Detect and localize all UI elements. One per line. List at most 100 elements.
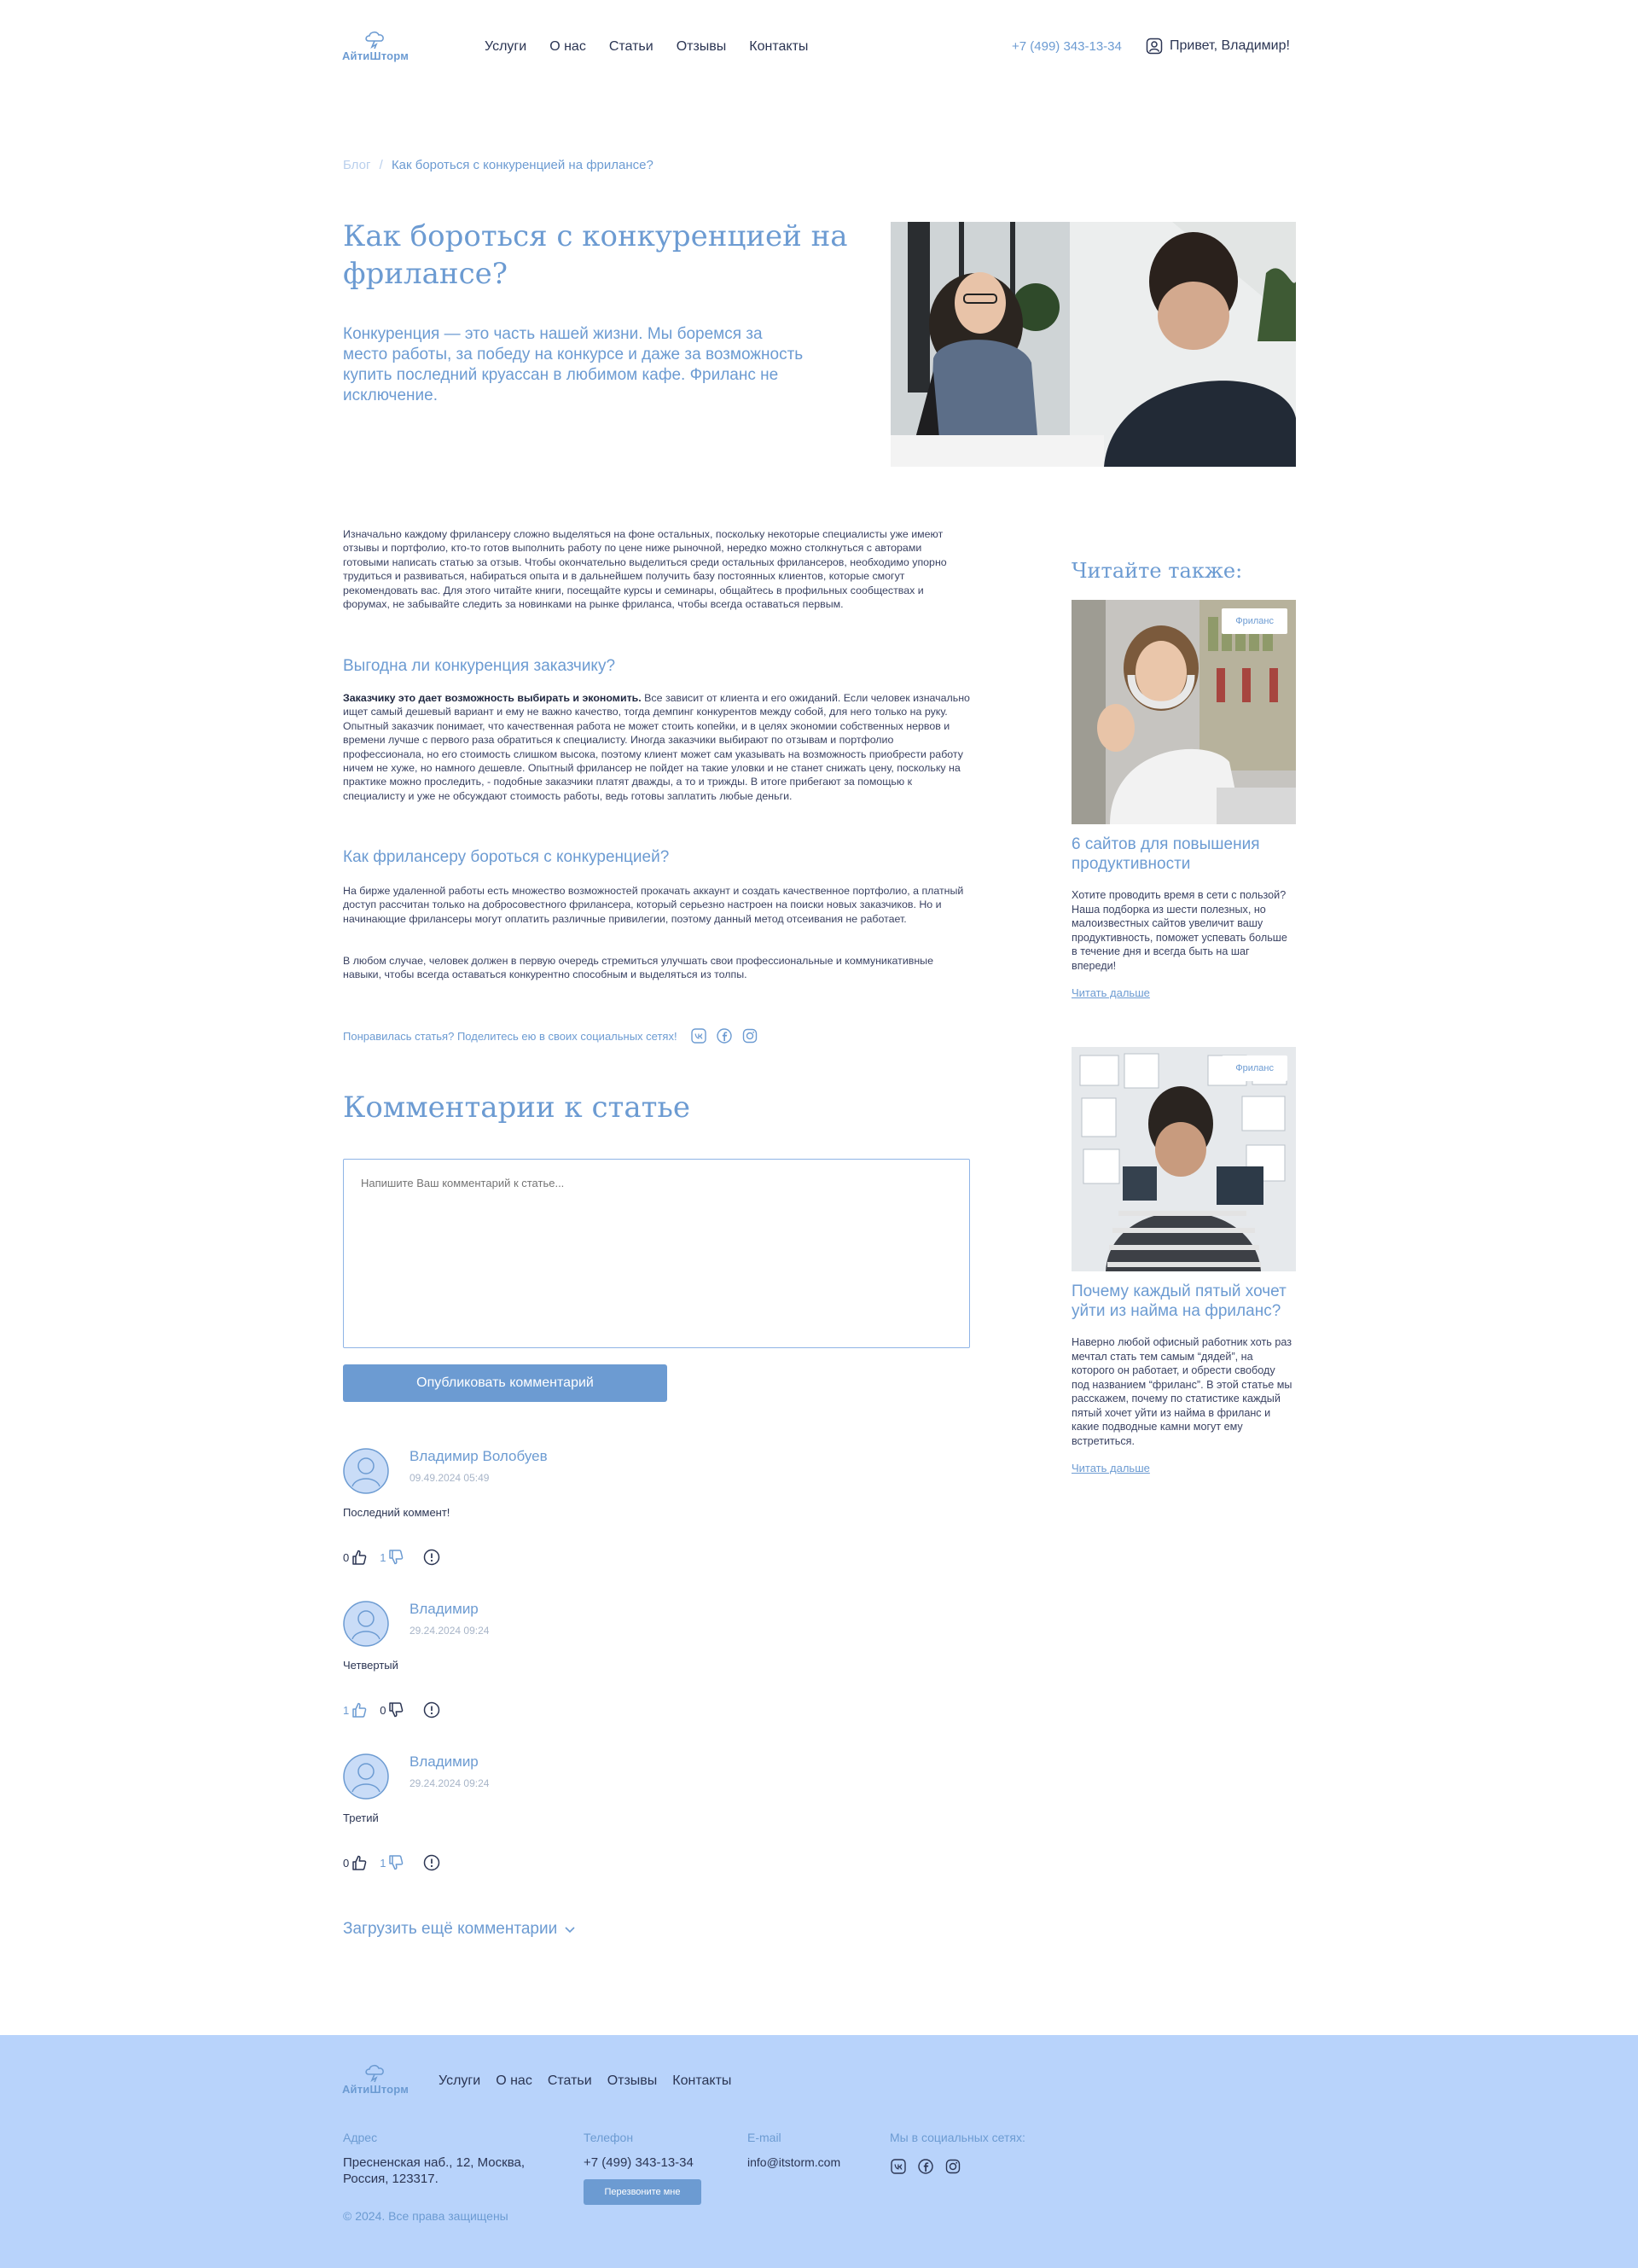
footer-nav-articles[interactable]: Статьи — [548, 2073, 592, 2089]
like-button[interactable]: 1 — [343, 1701, 368, 1718]
like-count: 0 — [343, 1550, 350, 1564]
nav-articles[interactable]: Статьи — [609, 39, 653, 55]
nav-services[interactable]: Услуги — [485, 39, 526, 55]
email-label: E-mail — [747, 2131, 781, 2144]
social-label: Мы в социальных сетях: — [890, 2131, 1025, 2144]
footer-phone[interactable]: +7 (499) 343-13-34 — [584, 2155, 694, 2171]
dislike-count: 1 — [380, 1550, 386, 1564]
nav-reviews[interactable]: Отзывы — [677, 39, 727, 55]
comment-text: Четвертый — [343, 1659, 398, 1672]
report-icon[interactable] — [423, 1701, 440, 1718]
footer-email[interactable]: info@itstorm.com — [747, 2155, 840, 2171]
section-2-text-1: На бирже удаленной работы есть множество… — [343, 885, 964, 925]
section-title-2: Как фрилансеру бороться с конкуренцией? — [343, 848, 670, 866]
article-title: Как бороться с конкуренцией на фрилансе? — [343, 219, 848, 291]
user-icon — [1146, 38, 1163, 55]
comment-actions: 1 0 — [343, 1701, 440, 1718]
like-button[interactable]: 0 — [343, 1854, 368, 1871]
related-article-image: Фриланс — [1072, 600, 1296, 824]
vk-icon[interactable] — [690, 1028, 706, 1044]
footer-nav: Услуги О нас Статьи Отзывы Контакты — [439, 2073, 731, 2089]
category-tag[interactable]: Фриланс — [1222, 1055, 1287, 1081]
user-greeting: Привет, Владимир! — [1170, 38, 1290, 53]
related-article-excerpt: Хотите проводить время в сети с пользой?… — [1072, 889, 1287, 972]
section-title-1: Выгодна ли конкуренция заказчику? — [343, 657, 616, 675]
comments-title: Комментарии к статье — [343, 1090, 691, 1125]
avatar — [343, 1448, 389, 1494]
share-block: Понравилась статья? Поделитесь ею в свои… — [343, 1028, 758, 1044]
like-count: 1 — [343, 1703, 350, 1717]
thumbs-down-icon — [389, 1855, 404, 1870]
category-tag[interactable]: Фриланс — [1222, 608, 1287, 634]
like-button[interactable]: 0 — [343, 1549, 368, 1566]
section-1-text: Заказчику это дает возможность выбирать … — [343, 691, 970, 803]
related-article-card[interactable]: Фриланс Почему каждый пятый хочет уйти и… — [1072, 1047, 1296, 1476]
breadcrumb-blog[interactable]: Блог — [343, 158, 370, 172]
report-icon[interactable] — [423, 1854, 440, 1871]
site-footer: АйтиШторм Услуги О нас Статьи Отзывы Кон… — [0, 2035, 1638, 2268]
facebook-icon[interactable] — [716, 1028, 732, 1044]
related-article-title[interactable]: 6 сайтов для повышения продуктивности — [1072, 835, 1296, 874]
copyright: © 2024. Все права защищены — [343, 2209, 508, 2223]
comment-date: 29.24.2024 09:24 — [410, 1625, 490, 1637]
comment-text: Третий — [343, 1811, 379, 1824]
comment-text: Последний коммент! — [343, 1506, 450, 1519]
footer-logo[interactable]: АйтиШторм — [341, 2062, 410, 2096]
comment-item: Владимир Волобуев 09.49.2024 05:49 После… — [343, 1448, 970, 1576]
logo-text: АйтиШторм — [341, 2083, 410, 2096]
related-article-excerpt: Наверно любой офисный работник хоть раз … — [1072, 1336, 1292, 1447]
avatar — [343, 1601, 389, 1647]
comment-input[interactable] — [343, 1159, 970, 1348]
thumbs-up-icon — [352, 1550, 367, 1565]
thumbs-up-icon — [352, 1702, 367, 1718]
footer-nav-reviews[interactable]: Отзывы — [607, 2073, 658, 2089]
instagram-icon[interactable] — [945, 2159, 961, 2174]
comment-date: 09.49.2024 05:49 — [410, 1472, 490, 1484]
user-menu[interactable]: Привет, Владимир! — [1146, 38, 1290, 55]
facebook-icon[interactable] — [918, 2159, 933, 2174]
footer-nav-services[interactable]: Услуги — [439, 2073, 480, 2089]
callback-button[interactable]: Перезвоните мне — [584, 2179, 701, 2205]
nav-contacts[interactable]: Контакты — [749, 39, 808, 55]
comment-actions: 0 1 — [343, 1854, 440, 1871]
load-more-comments[interactable]: Загрузить ещё комментарии — [343, 1920, 576, 1939]
main-nav: Услуги О нас Статьи Отзывы Контакты — [485, 39, 808, 55]
header-phone[interactable]: +7 (499) 343-13-34 — [1012, 39, 1122, 54]
comment-author: Владимир Волобуев — [410, 1448, 548, 1464]
share-text: Понравилась статья? Поделитесь ею в свои… — [343, 1029, 677, 1043]
footer-nav-about[interactable]: О нас — [496, 2073, 532, 2089]
footer-nav-contacts[interactable]: Контакты — [672, 2073, 731, 2089]
instagram-icon[interactable] — [742, 1028, 758, 1044]
related-article-image: Фриланс — [1072, 1047, 1296, 1271]
dislike-button[interactable]: 1 — [380, 1549, 404, 1566]
chevron-down-icon — [565, 1927, 575, 1934]
thumbs-down-icon — [389, 1702, 404, 1718]
publish-comment-button[interactable]: Опубликовать комментарий — [343, 1364, 667, 1402]
address-label: Адрес — [343, 2131, 378, 2144]
read-more-link[interactable]: Читать дальше — [1072, 986, 1150, 999]
dislike-count: 0 — [380, 1703, 386, 1717]
comment-actions: 0 1 — [343, 1549, 440, 1566]
vk-icon[interactable] — [891, 2159, 906, 2174]
nav-about[interactable]: О нас — [549, 39, 586, 55]
comment-item: Владимир 29.24.2024 09:24 Четвертый 1 0 — [343, 1601, 970, 1729]
address-value: Пресненская наб., 12, Москва, Россия, 12… — [343, 2155, 526, 2186]
site-logo[interactable]: АйтиШторм — [341, 29, 410, 62]
comment-author: Владимир — [410, 1601, 479, 1617]
related-article-card[interactable]: Фриланс 6 сайтов для повышения продуктив… — [1072, 600, 1296, 1001]
report-icon[interactable] — [423, 1549, 440, 1566]
dislike-button[interactable]: 0 — [380, 1701, 404, 1718]
related-article-title[interactable]: Почему каждый пятый хочет уйти из найма … — [1072, 1282, 1296, 1321]
logo-text: АйтиШторм — [341, 49, 410, 62]
breadcrumb: Блог / Как бороться с конкуренцией на фр… — [343, 158, 653, 172]
section-1-bold: Заказчику это дает возможность выбирать … — [343, 692, 642, 704]
logo-icon — [365, 2064, 384, 2083]
section-2-text-2: В любом случае, человек должен в первую … — [343, 955, 933, 981]
read-more-link[interactable]: Читать дальше — [1072, 1462, 1150, 1474]
article-hero-image — [891, 222, 1296, 467]
dislike-button[interactable]: 1 — [380, 1854, 404, 1871]
avatar — [343, 1753, 389, 1800]
breadcrumb-current: Как бороться с конкуренцией на фрилансе? — [391, 158, 653, 172]
comment-date: 29.24.2024 09:24 — [410, 1777, 490, 1789]
like-count: 0 — [343, 1856, 350, 1870]
